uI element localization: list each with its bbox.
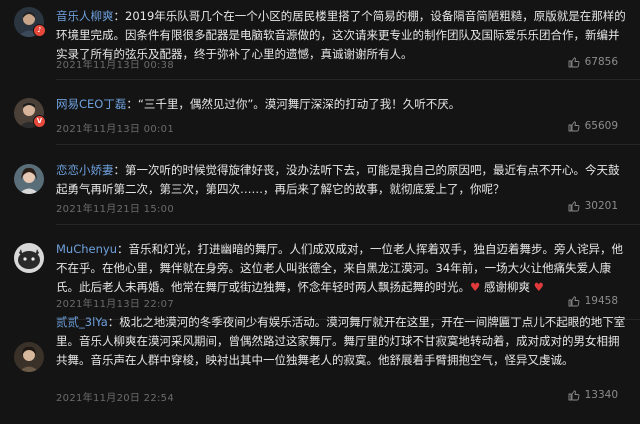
comment-text: 网易CEO丁磊：“三千里，偶然见过你”。漠河舞厅深深的打动了我！久听不厌。	[56, 95, 628, 114]
avatar[interactable]	[14, 164, 44, 194]
thumbs-up-icon	[568, 201, 580, 212]
colon: ：	[113, 163, 126, 177]
username-link[interactable]: 恋恋小娇妻	[56, 163, 114, 177]
comment-date: 2021年11月13日 00:38	[56, 60, 174, 71]
like-count: 13340	[584, 389, 618, 401]
thumbs-up-icon	[568, 390, 580, 401]
colon: ：	[126, 97, 138, 111]
like-button[interactable]: 67856	[568, 56, 618, 68]
musician-badge-icon: ♪	[33, 24, 46, 37]
comment-content: 2019年乐队哥几个在一个小区的居民楼里搭了个简易的棚，设备隔音简陋粗糙，原版就…	[56, 9, 626, 61]
username-link[interactable]: MuChenyu	[56, 242, 117, 256]
verified-badge-icon: V	[33, 115, 46, 128]
comment-date: 2021年11月20日 22:54	[56, 393, 174, 404]
like-count: 65609	[584, 120, 618, 132]
username-link[interactable]: 贰贰_3lYa	[56, 315, 108, 329]
comment-content-tail: 感谢柳爽	[480, 280, 534, 294]
colon: ：	[117, 242, 129, 256]
divider	[56, 224, 640, 225]
comment-text: 恋恋小娇妻：第一次听的时候觉得旋律好丧，没办法听下去，可能是我自己的原因吧，最近…	[56, 161, 628, 199]
comment-list: ♪ 音乐人柳爽：2019年乐队哥几个在一个小区的居民楼里搭了个简易的棚，设备隔音…	[0, 0, 640, 424]
like-count: 19458	[584, 295, 618, 307]
avatar[interactable]	[14, 342, 44, 372]
username-link[interactable]: 音乐人柳爽	[56, 9, 114, 23]
divider	[56, 79, 640, 80]
avatar[interactable]	[14, 243, 44, 273]
like-button[interactable]: 19458	[568, 295, 618, 307]
comment-date: 2021年11月13日 22:07	[56, 299, 174, 310]
comment-date: 2021年11月21日 15:00	[56, 204, 174, 215]
comment-content: “三千里，偶然见过你”。漠河舞厅深深的打动了我！久听不厌。	[137, 97, 461, 111]
like-button[interactable]: 13340	[568, 389, 618, 401]
like-count: 67856	[584, 56, 618, 68]
like-count: 30201	[584, 200, 618, 212]
comment-text: 贰贰_3lYa：极北之地漠河的冬季夜间少有娱乐活动。漠河舞厅就开在这里，开在一间…	[56, 313, 628, 370]
comment-content: 第一次听的时候觉得旋律好丧，没办法听下去，可能是我自己的原因吧，最近有点不开心。…	[56, 163, 620, 196]
colon: ：	[107, 315, 120, 329]
thumbs-up-icon	[568, 121, 580, 132]
comment-content: 极北之地漠河的冬季夜间少有娱乐活动。漠河舞厅就开在这里，开在一间牌匾丁点儿不起眼…	[56, 315, 626, 367]
thumbs-up-icon	[568, 296, 580, 307]
username-link[interactable]: 网易CEO丁磊	[56, 97, 126, 111]
colon: ：	[113, 9, 126, 23]
comment-date: 2021年11月13日 00:01	[56, 124, 174, 135]
divider	[56, 144, 640, 145]
comment-text: MuChenyu：音乐和灯光，打进幽暗的舞厅。人们成双成对，一位老人挥着双手，独…	[56, 240, 628, 297]
heart-emoji-icon: ♥	[533, 280, 544, 294]
thumbs-up-icon	[568, 57, 580, 68]
heart-emoji-icon: ♥	[470, 280, 481, 294]
like-button[interactable]: 30201	[568, 200, 618, 212]
like-button[interactable]: 65609	[568, 120, 618, 132]
